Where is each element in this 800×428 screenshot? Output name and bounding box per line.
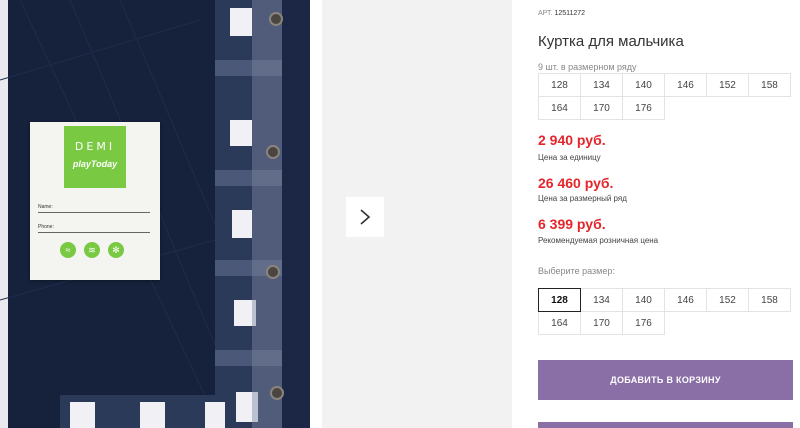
price-retail: 6 399 руб. (538, 216, 606, 232)
secondary-button[interactable] (538, 422, 793, 428)
pack-size-cell: 176 (622, 96, 665, 120)
choose-size-label: Выберите размер: (538, 266, 615, 276)
price-pack-note: Цена за размерный ряд (538, 194, 627, 203)
add-to-cart-button[interactable]: ДОБАВИТЬ В КОРЗИНУ (538, 360, 793, 400)
pack-note: 9 шт. в размерном ряду (538, 62, 637, 72)
pack-size-cell: 128 (538, 73, 581, 97)
pack-size-row: 164 170 176 (538, 96, 793, 120)
label-icons: ≈ ≋ ✻ (60, 242, 124, 258)
size-option[interactable]: 158 (748, 288, 791, 312)
article-value: 12511272 (554, 10, 586, 17)
pack-size-cell: 152 (706, 73, 749, 97)
pack-size-cell: 170 (580, 96, 623, 120)
price-retail-note: Рекомендуемая розничная цена (538, 236, 659, 245)
wind-icon: ≋ (84, 242, 100, 258)
pack-size-grid: 128 134 140 146 152 158 164 170 176 (538, 73, 793, 120)
pack-size-row: 128 134 140 146 152 158 (538, 73, 793, 97)
label-logo: DEMI playToday (64, 126, 126, 188)
product-photo: DEMI playToday Name: Phone: ≈ ≋ ✻ (0, 0, 322, 428)
size-option[interactable]: 152 (706, 288, 749, 312)
size-option[interactable]: 176 (622, 311, 665, 335)
garment-label: DEMI playToday Name: Phone: ≈ ≋ ✻ (30, 122, 160, 280)
label-brand: playToday (72, 159, 118, 169)
size-option[interactable]: 164 (538, 311, 581, 335)
gallery-next-button[interactable] (346, 197, 384, 237)
pack-size-cell: 146 (664, 73, 707, 97)
water-icon: ≈ (60, 242, 76, 258)
size-option[interactable]: 170 (580, 311, 623, 335)
pack-size-cell: 164 (538, 96, 581, 120)
chevron-right-icon (360, 209, 371, 225)
size-selector: 128 134 140 146 152 158 164 170 176 (538, 288, 793, 335)
size-option[interactable]: 134 (580, 288, 623, 312)
size-option[interactable]: 140 (622, 288, 665, 312)
product-title: Куртка для мальчика (538, 33, 684, 50)
label-phone-field: Phone: (38, 224, 150, 233)
size-row: 164 170 176 (538, 311, 793, 335)
pack-size-cell: 140 (622, 73, 665, 97)
label-title: DEMI (74, 140, 116, 153)
article-label: АРТ. (538, 10, 553, 17)
snowflake-icon: ✻ (108, 242, 124, 258)
size-option-selected[interactable]: 128 (538, 288, 581, 312)
price-unit: 2 940 руб. (538, 132, 606, 148)
price-pack: 26 460 руб. (538, 175, 614, 191)
label-name-field: Name: (38, 204, 150, 213)
price-unit-note: Цена за единицу (538, 153, 601, 162)
size-option[interactable]: 146 (664, 288, 707, 312)
pack-size-cell: 158 (748, 73, 791, 97)
pack-size-cell: 134 (580, 73, 623, 97)
size-row: 128 134 140 146 152 158 (538, 288, 793, 312)
article-number: АРТ. 12511272 (538, 10, 585, 17)
